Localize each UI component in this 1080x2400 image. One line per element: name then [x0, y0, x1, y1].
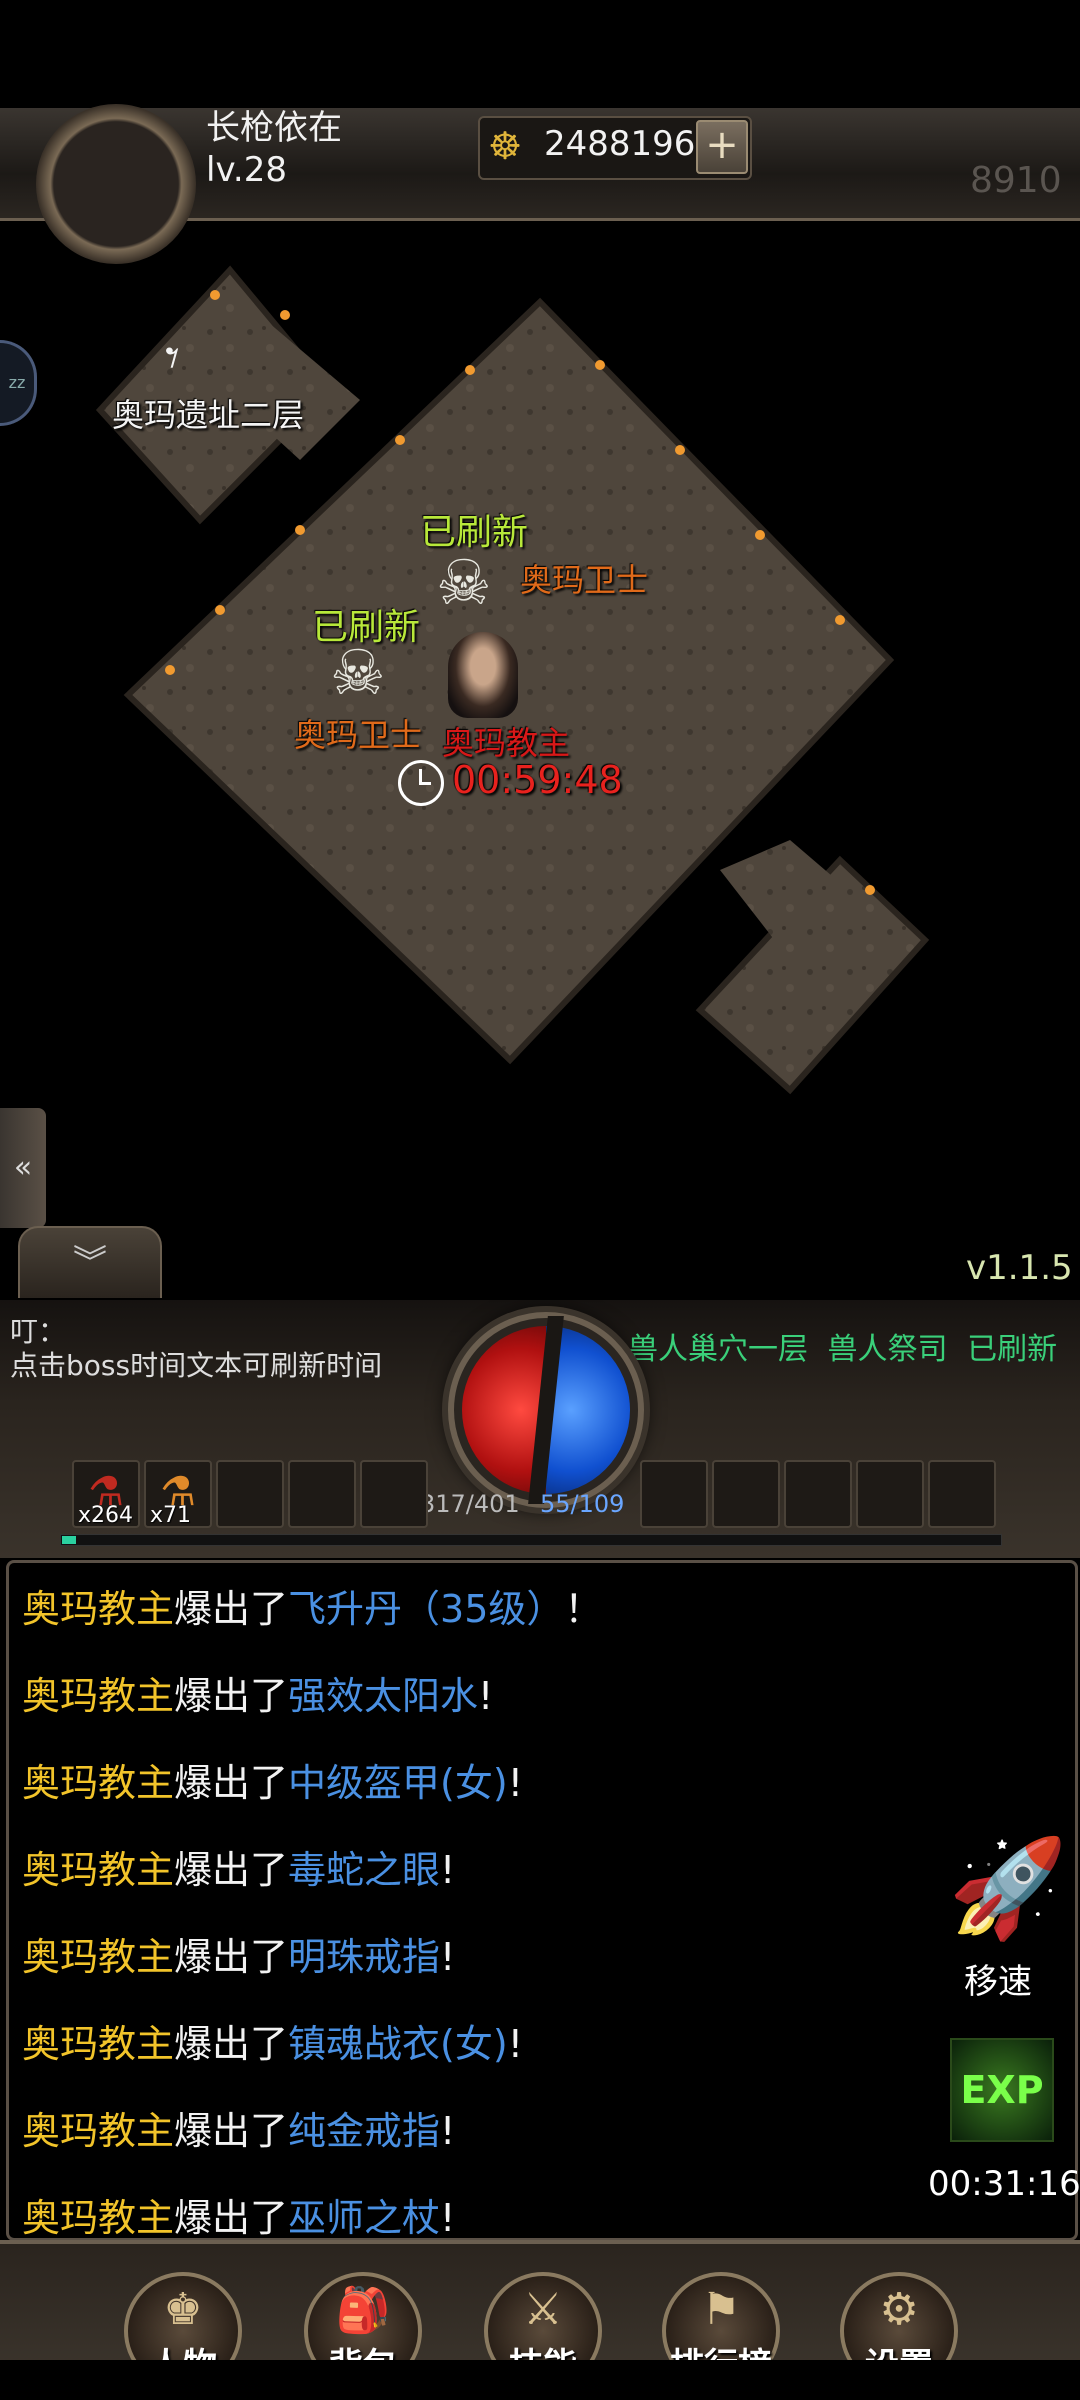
slot-count: x264: [78, 1503, 134, 1528]
map-exit-icon[interactable]: 𝄾: [165, 326, 180, 392]
boss-portrait[interactable]: [448, 632, 518, 718]
version-label: v1.1.5: [966, 1248, 1073, 1288]
rocket-icon[interactable]: 🚀: [948, 1832, 1068, 1945]
notice-text: 点击boss时间文本可刷新时间: [10, 1349, 383, 1382]
drop-log-line: 奥玛教主爆出了明珠戒指!: [22, 1926, 455, 1981]
map-exit-label[interactable]: 奥玛遗址二层: [112, 390, 304, 436]
drop-boss-name: 奥玛教主: [22, 1935, 175, 1979]
drop-boss-name: 奥玛教主: [22, 2196, 175, 2240]
character-icon: ♚: [163, 2284, 203, 2335]
drop-punctuation: !: [440, 2196, 456, 2240]
speed-label[interactable]: 移速: [964, 1954, 1032, 2003]
drop-boss-name: 奥玛教主: [22, 1848, 175, 1892]
drop-punctuation: !: [507, 1761, 523, 1805]
drop-log-line: 奥玛教主爆出了强效太阳水!: [22, 1665, 493, 1720]
collapse-side-button[interactable]: «: [0, 1108, 46, 1228]
guard-1-name: 奥玛卫士: [520, 561, 649, 599]
gold-amount: 2488196: [544, 124, 696, 164]
drop-boss-name: 奥玛教主: [22, 1674, 175, 1718]
gold-ingot-icon: ☸: [488, 124, 523, 168]
add-gold-button[interactable]: +: [696, 120, 748, 174]
empty-slot[interactable]: [712, 1460, 780, 1528]
drop-verb: 爆出了: [174, 2022, 289, 2066]
drop-item-name[interactable]: 镇魂战衣(女): [288, 2022, 508, 2066]
drop-log-line: 奥玛教主爆出了飞升丹（35级）！: [22, 1578, 602, 1633]
drop-punctuation: !: [507, 2022, 523, 2066]
exp-boost-button[interactable]: EXP: [950, 2038, 1054, 2142]
drop-verb: 爆出了: [174, 1848, 289, 1892]
drop-verb: 爆出了: [174, 2196, 289, 2240]
drop-item-name[interactable]: 巫师之杖: [288, 2196, 440, 2240]
gear-icon: ⚙: [879, 2284, 919, 2335]
guard-2-name: 奥玛卫士: [294, 716, 423, 754]
drop-punctuation: ！: [564, 1587, 603, 1631]
drop-item-name[interactable]: 毒蛇之眼: [288, 1848, 440, 1892]
xp-bar-fill: [62, 1536, 76, 1544]
boss-status-map: 兽人巢穴一层: [628, 1332, 808, 1367]
empty-slot[interactable]: [856, 1460, 924, 1528]
boss-respawn-timer[interactable]: 00:59:48: [452, 758, 623, 802]
drop-verb: 爆出了: [174, 1761, 289, 1805]
boss-status-boss: 兽人祭司: [827, 1332, 948, 1367]
clock-icon: [398, 760, 444, 806]
player-name: 长枪依在: [206, 108, 342, 148]
drop-punctuation: !: [440, 1848, 456, 1892]
empty-slot[interactable]: [640, 1460, 708, 1528]
drop-boss-name: 奥玛教主: [22, 1587, 175, 1631]
skull-icon[interactable]: ☠: [436, 546, 492, 619]
drop-punctuation: !: [440, 1935, 456, 1979]
slot-count: x71: [150, 1503, 192, 1528]
backpack-icon: 🎒: [335, 2285, 391, 2336]
collapse-down-button[interactable]: ︾: [18, 1226, 162, 1298]
empty-slot[interactable]: [784, 1460, 852, 1528]
drop-boss-name: 奥玛教主: [22, 1761, 175, 1805]
drop-item-name[interactable]: 飞升丹（35级）: [288, 1587, 564, 1631]
combat-power: 8910: [970, 160, 1062, 201]
drop-item-name[interactable]: 强效太阳水: [288, 1674, 478, 1718]
drop-verb: 爆出了: [174, 1935, 289, 1979]
skull-icon[interactable]: ☠: [330, 636, 386, 709]
crossed-swords-icon: ⚔: [523, 2284, 563, 2335]
drop-verb: 爆出了: [174, 1587, 289, 1631]
empty-slot[interactable]: [288, 1460, 356, 1528]
empty-slot[interactable]: [928, 1460, 996, 1528]
drop-log-line: 奥玛教主爆出了纯金戒指!: [22, 2100, 455, 2155]
drop-punctuation: !: [440, 2109, 456, 2153]
hp-value: 317/401: [420, 1490, 520, 1518]
drop-item-name[interactable]: 中级盔甲(女): [288, 1761, 508, 1805]
drop-punctuation: !: [478, 1674, 494, 1718]
empty-slot[interactable]: [216, 1460, 284, 1528]
drop-verb: 爆出了: [174, 1674, 289, 1718]
boss-status-state: 已刷新: [967, 1332, 1058, 1367]
empty-slot[interactable]: [360, 1460, 428, 1528]
drop-log-line: 奥玛教主爆出了巫师之杖!: [22, 2187, 455, 2242]
mp-value: 55/109: [540, 1490, 625, 1518]
system-bar: [0, 2360, 1080, 2400]
drop-boss-name: 奥玛教主: [22, 2022, 175, 2066]
drop-boss-name: 奥玛教主: [22, 2109, 175, 2153]
drop-log-line: 奥玛教主爆出了中级盔甲(女)!: [22, 1752, 523, 1807]
potion-slot-2[interactable]: ⚗ x71: [144, 1460, 212, 1528]
drop-verb: 爆出了: [174, 2109, 289, 2153]
exp-boost-timer: 00:31:16: [928, 2164, 1080, 2204]
boss-refresh-status[interactable]: 兽人巢穴一层 兽人祭司 已刷新: [628, 1324, 1067, 1368]
drop-log-line: 奥玛教主爆出了毒蛇之眼!: [22, 1839, 455, 1894]
drop-log-line: 奥玛教主爆出了镇魂战衣(女)!: [22, 2013, 523, 2068]
player-level: lv.28: [206, 150, 287, 190]
drop-item-name[interactable]: 明珠戒指: [288, 1935, 440, 1979]
potion-slot-1[interactable]: ⚗ x264: [72, 1460, 140, 1528]
xp-bar: [60, 1534, 1002, 1546]
ranking-icon: ⚑: [701, 2284, 741, 2335]
drop-item-name[interactable]: 纯金戒指: [288, 2109, 440, 2153]
